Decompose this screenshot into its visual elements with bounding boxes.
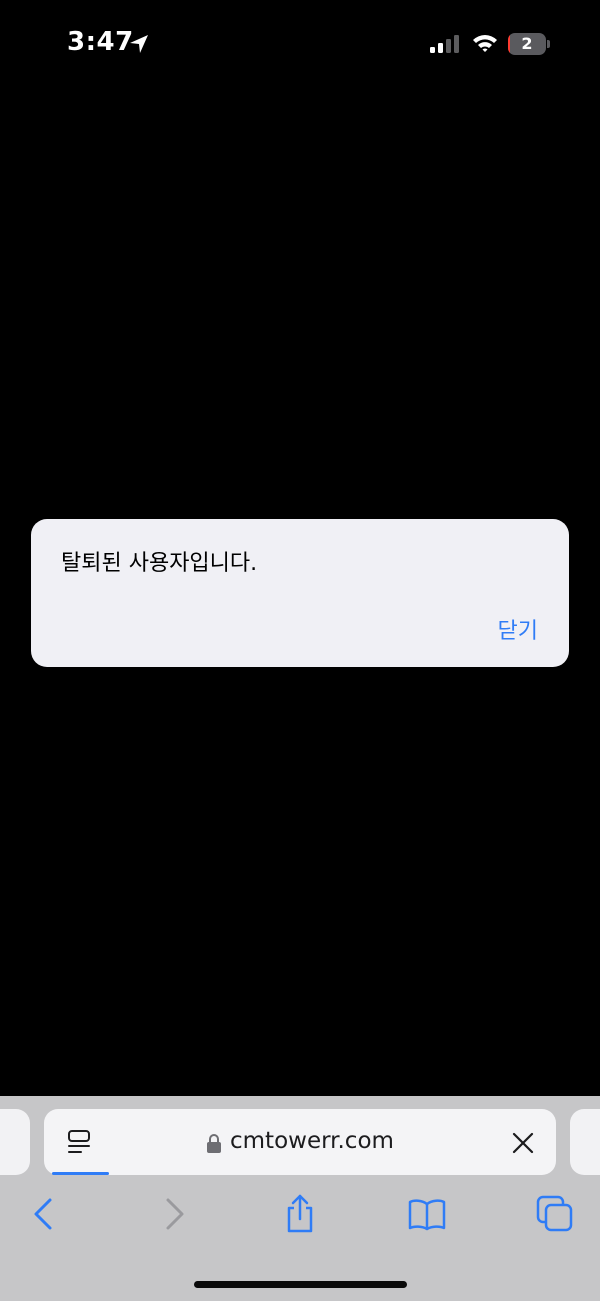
share-icon[interactable] <box>280 1194 320 1234</box>
chevron-right-icon[interactable] <box>154 1194 194 1234</box>
alert-message: 탈퇴된 사용자입니다. <box>61 551 258 576</box>
cellular-signal-icon <box>430 35 459 53</box>
url-text: cmtowerr.com <box>230 1128 394 1154</box>
battery-body: 2 <box>508 33 546 55</box>
home-indicator <box>194 1281 407 1288</box>
battery-level: 2 <box>521 34 533 53</box>
status-bar: 3:47 2 <box>0 0 600 90</box>
alert-close-button[interactable]: 닫기 <box>498 613 538 645</box>
alert-dialog: 탈퇴된 사용자입니다. 닫기 <box>31 519 569 667</box>
book-icon[interactable] <box>407 1194 447 1234</box>
page-menu-icon[interactable] <box>66 1129 94 1155</box>
browser-bottom-bar: cmtowerr.com <box>0 1096 600 1301</box>
battery-icon: 2 <box>508 33 550 55</box>
screen: 3:47 2 탈퇴된 사용자입니다. 닫기 cmtowerr.com <box>0 0 600 1301</box>
previous-tab-preview[interactable] <box>0 1109 30 1175</box>
battery-cap <box>547 40 550 48</box>
page-load-progress <box>52 1172 109 1175</box>
next-tab-preview[interactable] <box>570 1109 600 1175</box>
location-arrow-icon <box>130 35 148 53</box>
chevron-left-icon[interactable] <box>24 1194 64 1234</box>
close-icon[interactable] <box>511 1131 535 1155</box>
wifi-icon <box>473 35 497 52</box>
address-bar[interactable]: cmtowerr.com <box>44 1109 556 1175</box>
status-time: 3:47 <box>67 27 134 57</box>
tabs-icon[interactable] <box>535 1194 575 1234</box>
lock-icon <box>207 1134 221 1153</box>
